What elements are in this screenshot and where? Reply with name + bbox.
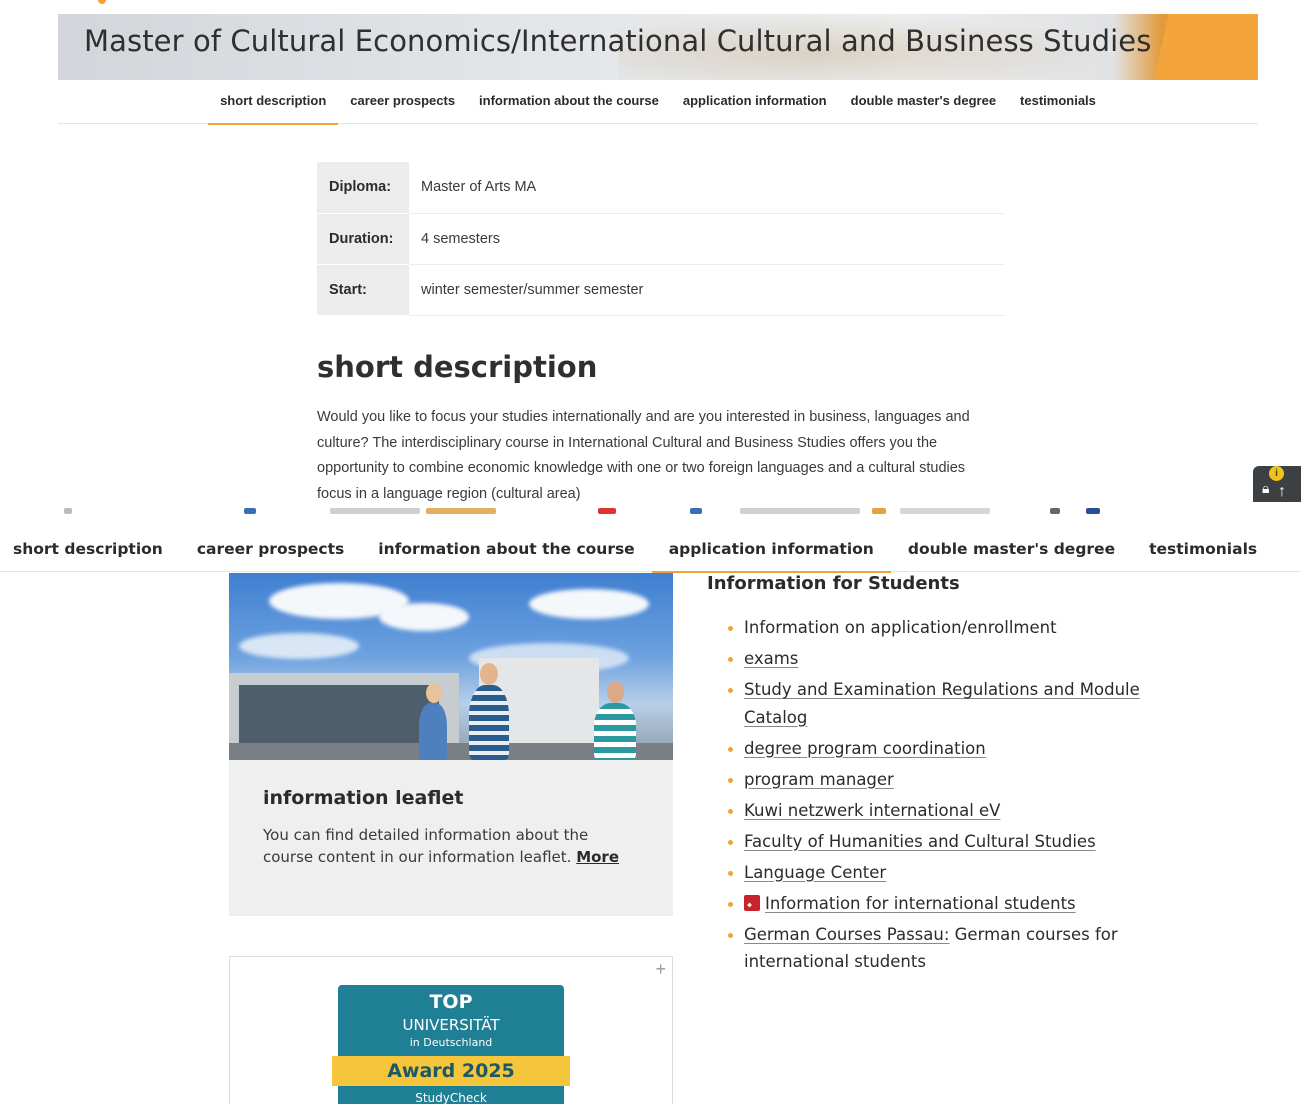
fact-key: Start: [317, 264, 409, 316]
info-badge: i [1269, 466, 1284, 481]
list-item: degree program coordination [707, 735, 1147, 763]
list-item: German Courses Passau: German courses fo… [707, 921, 1147, 976]
fact-value: winter semester/summer semester [409, 264, 1005, 316]
list-item: Kuwi netzwerk international eV [707, 797, 1147, 825]
list-item: Information on application/enrollment [707, 614, 1147, 642]
award-year: Award 2025 [332, 1056, 570, 1086]
list-item: program manager [707, 766, 1147, 794]
list-item: Study and Examination Regulations and Mo… [707, 676, 1147, 731]
accent-dot [98, 0, 106, 4]
fact-key: Diploma: [317, 162, 409, 214]
section-heading: short description [317, 350, 598, 384]
page-banner: Master of Cultural Economics/Internation… [58, 14, 1258, 80]
expand-plus-icon[interactable]: + [655, 959, 666, 980]
fact-key: Duration: [317, 213, 409, 265]
tab-application-information[interactable]: application information [651, 528, 891, 573]
leaflet-text: You can find detailed information about … [263, 824, 623, 868]
list-item: Language Center [707, 859, 1147, 887]
section-description: Would you like to focus your studies int… [317, 409, 970, 502]
table-row: Start: winter semester/summer semester [317, 264, 1005, 316]
link-study-regulations[interactable]: Study and Examination Regulations and Mo… [744, 680, 1140, 727]
fact-value: Master of Arts MA [409, 162, 1005, 214]
student-info-heading: Information for Students [707, 573, 960, 594]
award-top: TOP [429, 991, 473, 1013]
link-international-students-pdf[interactable]: Information for international students [765, 894, 1076, 913]
tab-double-masters-degree[interactable]: double master's degree [839, 82, 1008, 124]
tab-testimonials[interactable]: testimonials [1132, 528, 1274, 572]
list-item: Faculty of Humanities and Cultural Studi… [707, 828, 1147, 856]
studycheck-award-badge[interactable]: TOP UNIVERSITÄT in Deutschland Award 202… [332, 985, 570, 1104]
table-row: Duration: 4 semesters [317, 213, 1005, 265]
list-item-text: Information on application/enrollment [744, 618, 1057, 637]
tab-short-description[interactable]: short description [208, 82, 339, 125]
link-language-center[interactable]: Language Center [744, 863, 886, 882]
table-row: Diploma: Master of Arts MA [317, 162, 1005, 214]
tab-testimonials[interactable]: testimonials [1008, 82, 1108, 124]
student-info-section: Information for Students Information on … [707, 573, 1147, 979]
tab-double-masters-degree[interactable]: double master's degree [891, 528, 1132, 572]
tab-career-prospects[interactable]: career prospects [180, 528, 361, 572]
list-item: Information for international students [707, 890, 1147, 919]
link-kuwi-netzwerk[interactable]: Kuwi netzwerk international eV [744, 801, 1000, 820]
tab-information-about-course[interactable]: information about the course [361, 528, 651, 572]
screenshot-seam [0, 502, 1301, 520]
tab-career-prospects[interactable]: career prospects [338, 82, 467, 124]
award-source: StudyCheck [415, 1091, 487, 1104]
leaflet-body: You can find detailed information about … [263, 826, 589, 866]
link-exams[interactable]: exams [744, 649, 798, 668]
link-program-manager[interactable]: program manager [744, 770, 894, 789]
tab-information-about-course[interactable]: information about the course [467, 82, 671, 124]
award-university: UNIVERSITÄT [402, 1016, 500, 1034]
top-strip [0, 0, 1301, 14]
tab-bar-bottom: short description career prospects infor… [0, 528, 1301, 573]
leaflet-heading: information leaflet [263, 787, 464, 809]
program-facts-table: Diploma: Master of Arts MA Duration: 4 s… [317, 162, 1005, 316]
award-card: + TOP UNIVERSITÄT in Deutschland Award 2… [229, 956, 673, 1104]
list-item: exams [707, 645, 1147, 673]
pdf-icon [744, 892, 760, 919]
tab-short-description[interactable]: short description [0, 528, 180, 572]
students-photo [229, 573, 673, 760]
lock-icon: 🔒︎ [1262, 480, 1270, 496]
page-title: Master of Cultural Economics/Internation… [84, 24, 1152, 58]
award-country: in Deutschland [409, 1036, 493, 1049]
link-faculty-humanities[interactable]: Faculty of Humanities and Cultural Studi… [744, 832, 1096, 851]
link-program-coordination[interactable]: degree program coordination [744, 739, 986, 758]
tab-application-information[interactable]: application information [671, 82, 839, 124]
information-leaflet-card: information leaflet You can find detaile… [229, 573, 673, 916]
arrow-up-icon: ↑ [1278, 483, 1286, 500]
link-german-courses-passau[interactable]: German Courses Passau: [744, 925, 949, 944]
student-info-list: Information on application/enrollment ex… [707, 614, 1147, 976]
banner-accent [1154, 14, 1258, 80]
fact-value: 4 semesters [409, 213, 1005, 265]
leaflet-more-link[interactable]: More [576, 848, 619, 866]
tab-bar-top: short description career prospects infor… [58, 82, 1258, 125]
